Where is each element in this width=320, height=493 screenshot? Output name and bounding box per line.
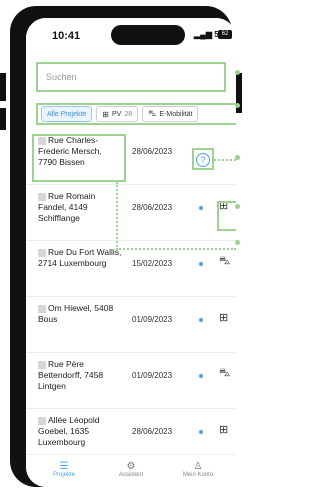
tab-count: 28 [124,110,133,118]
image-placeholder-icon [38,416,46,425]
phone-frame: 10:41 ▂▄▆ 5G 62 Alle Projekte ⊞ PV 28 ⛍ … [10,6,236,487]
dynamic-island [111,25,185,45]
project-date: 15/02/2023 [132,259,173,268]
tab-pv[interactable]: ⊞ PV 28 [96,106,139,122]
tab-all-projects[interactable]: Alle Projekte [41,106,93,122]
car-icon: ⛍ [219,367,231,379]
gear-icon: ⚙ [126,461,136,472]
project-date: 01/09/2023 [132,371,173,380]
status-dot [199,262,203,266]
list-icon: ☰ [59,461,69,472]
side-marker-tabs [0,108,6,130]
bottom-navigation: ☰ Projekte ⚙ Assistent ♙ Mein Konto [26,454,236,487]
side-marker-search [0,73,6,101]
image-placeholder-icon [38,304,46,313]
app-screen: 10:41 ▂▄▆ 5G 62 Alle Projekte ⊞ PV 28 ⛍ … [26,18,236,487]
battery-icon: 62 [218,30,232,39]
car-icon: ⛍ [148,109,157,118]
project-address: Rue Romain Fandel, 4149 Schifflange [38,191,96,223]
edge-marker [235,240,240,245]
status-time: 10:41 [52,30,81,42]
tab-label: PV [112,110,122,118]
image-placeholder-icon [38,360,46,369]
search-input[interactable] [38,64,236,90]
user-icon: ♙ [193,461,203,472]
project-address: Rue Du Fort Wallis, 2714 Luxembourg [38,247,122,268]
question-circle-icon[interactable]: ? [196,153,210,167]
project-address: Allée Léopold Goebel, 1635 Luxembourg [38,415,100,447]
project-row[interactable]: Rue Père Bettendorff, 7458 Lintgen 01/09… [26,353,236,409]
connector-line [116,182,118,250]
edge-marker [235,103,240,108]
project-date: 28/06/2023 [132,203,173,212]
project-filter-tabs: Alle Projekte ⊞ PV 28 ⛍ E-Mobilität [36,103,236,125]
project-address: Rue Père Bettendorff, 7458 Lintgen [38,359,104,391]
project-row[interactable]: Rue Romain Fandel, 4149 Schifflange 28/0… [26,185,236,241]
nav-projects[interactable]: ☰ Projekte [34,461,94,478]
connector-line [116,248,236,250]
project-date: 28/06/2023 [132,147,173,156]
solar-panel-icon: ⊞ [102,109,109,119]
edge-marker [235,155,240,160]
nav-label: Assistent [118,472,144,478]
status-dot [199,206,203,210]
address-highlight-box [32,134,126,182]
image-placeholder-icon [38,248,46,257]
image-placeholder-icon [38,192,46,201]
search-box[interactable] [36,62,236,92]
status-dot [199,430,203,434]
status-bar: 10:41 ▂▄▆ 5G 62 [26,18,236,54]
edge-marker [235,204,240,209]
tab-label: Alle Projekte [47,110,87,118]
connector-line [214,159,236,161]
nav-label: Projekte [52,472,75,478]
nav-account[interactable]: ♙ Mein Konto [168,461,228,478]
signal-bars-icon: ▂▄▆ [194,30,212,39]
nav-assistant[interactable]: ⚙ Assistent [101,461,161,478]
project-date: 28/06/2023 [132,427,173,436]
tab-label: E-Mobilität [159,110,193,118]
solar-panel-icon: ⊞ [219,312,229,324]
nav-label: Mein Konto [182,472,214,478]
project-address: Om Hiewel, 5408 Bous [38,303,114,324]
status-dot [199,318,203,322]
car-icon: ⛍ [219,255,231,267]
project-row[interactable]: Om Hiewel, 5408 Bous 01/09/2023 ⊞ [26,297,236,353]
tab-e-mobility[interactable]: ⛍ E-Mobilität [142,106,199,122]
status-dot [199,374,203,378]
project-date: 01/09/2023 [132,315,173,324]
pv-icon-highlight-box [217,201,236,231]
solar-panel-icon: ⊞ [219,424,229,436]
edge-marker [235,70,240,75]
